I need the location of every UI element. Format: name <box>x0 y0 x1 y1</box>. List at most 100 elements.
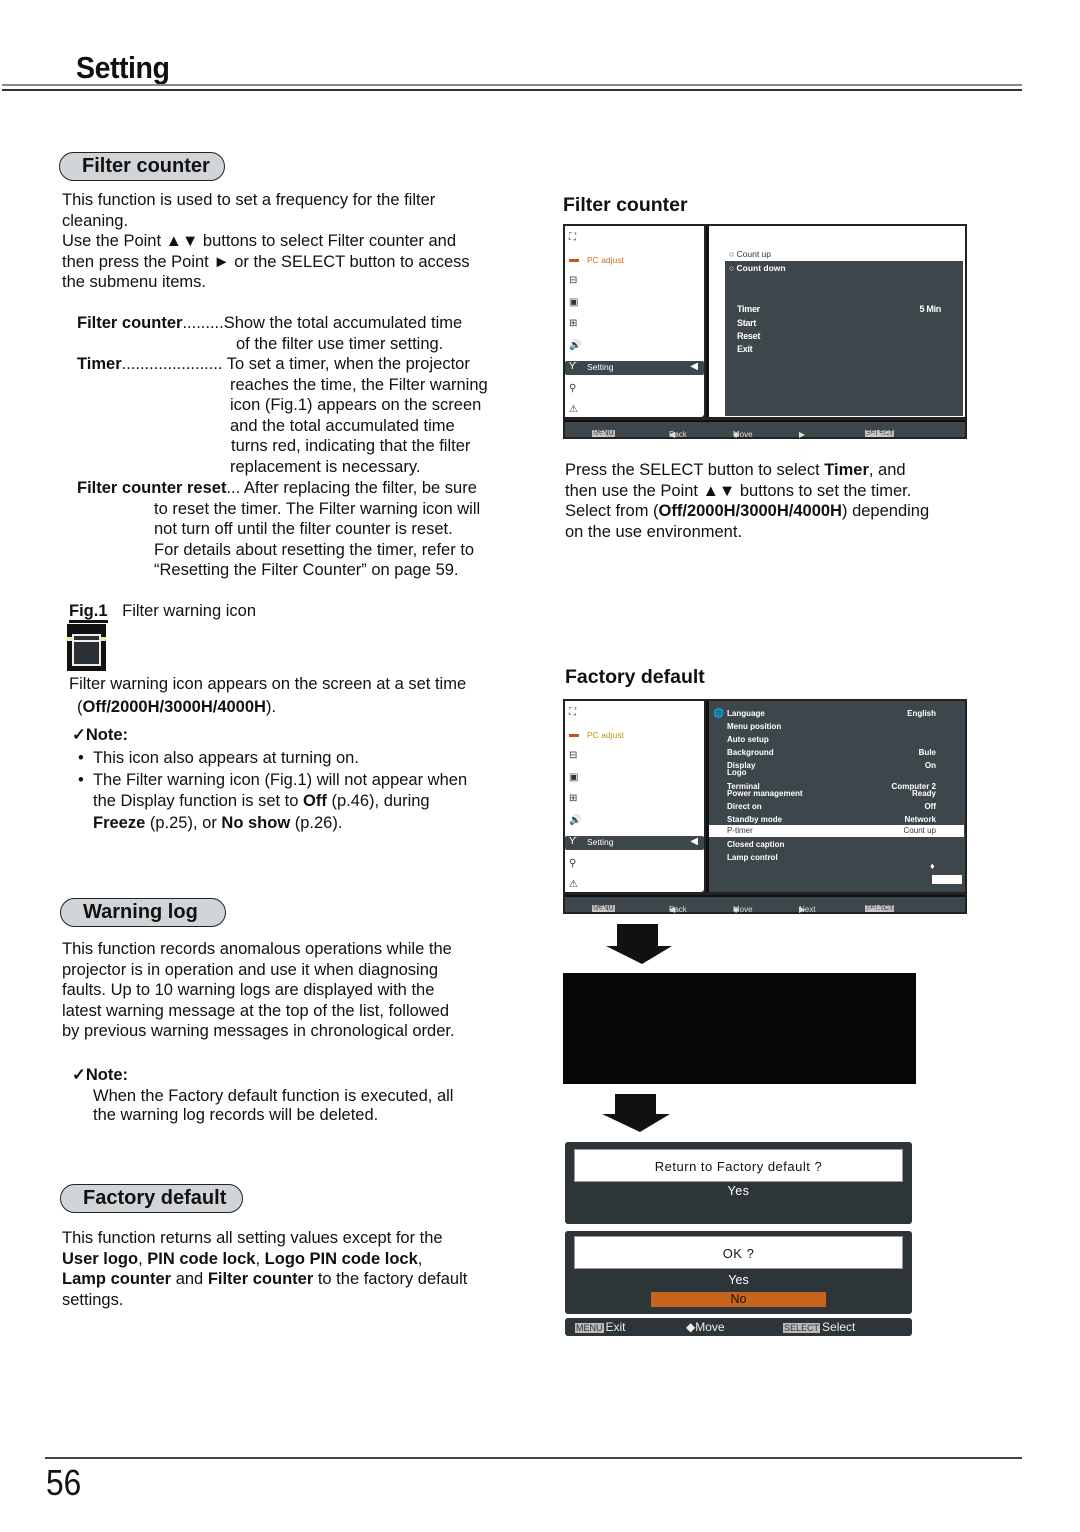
factory-default-subheading: Factory default <box>565 666 705 688</box>
osd-category-item[interactable]: ⊞ <box>565 793 704 807</box>
text-line: the warning log records will be deleted. <box>93 1106 379 1124</box>
text-line: latest warning message at the top of the… <box>62 1001 450 1020</box>
scroll-arrow-icon: ♦ <box>930 861 935 871</box>
option-count-down[interactable]: ○ Count down <box>729 263 786 273</box>
osd-category-label: PC adjust <box>587 254 624 265</box>
pc-adjust-icon: ▬ <box>569 728 579 740</box>
factory-default-heading: Factory default <box>60 1184 243 1213</box>
settings-label: Menu position <box>727 722 782 731</box>
note-list: • This icon also appears at turning on. … <box>78 748 538 833</box>
fig-label: Fig.1 <box>69 602 108 623</box>
settings-row[interactable]: Language English 🌐 <box>709 708 964 720</box>
desc: Show the total accumulated time <box>223 314 463 332</box>
option-label: Count down <box>736 263 786 273</box>
settings-value: Off <box>924 802 936 811</box>
settings-row[interactable]: Closed caption <box>709 839 964 851</box>
settings-value: Network <box>904 815 936 824</box>
settings-label: Auto setup <box>727 735 769 744</box>
dialog-no-option-selected[interactable]: No <box>651 1292 826 1307</box>
osd-category-item[interactable]: ⚠ <box>565 404 704 418</box>
menu-row-exit[interactable]: Exit <box>737 344 753 354</box>
settings-label: Direct on <box>727 802 762 811</box>
menu-row-start[interactable]: Start <box>737 318 756 328</box>
osd-category-item[interactable]: ▣ <box>565 772 704 786</box>
note-label: ✓Note: <box>72 726 128 744</box>
text-line: projector is in operation and use it whe… <box>62 960 439 979</box>
desc: For details about resetting the timer, r… <box>154 540 475 559</box>
osd-category-item[interactable]: ▬ PC adjust <box>565 254 704 268</box>
osd-footer: MENU Exit ◀ Back ◆ Move ▶ ------ SELECT Sel… <box>565 420 965 484</box>
osd-category-item[interactable]: ▣ <box>565 297 704 311</box>
osd-category-item[interactable]: ⊟ <box>565 750 704 764</box>
settings-label: Logo <box>727 768 747 777</box>
osd-category-label: Setting <box>587 837 614 847</box>
menu-row-reset[interactable]: Reset <box>737 331 760 341</box>
settings-label: Background <box>727 748 774 757</box>
osd-category-item[interactable]: Ƴ Setting ◀ <box>565 361 704 375</box>
setting-grid-icon: ⊞ <box>569 793 578 804</box>
osd-category-item[interactable]: 🔊 <box>565 815 704 829</box>
text: , <box>138 1249 148 1268</box>
osd-category-item[interactable]: ⚲ <box>565 858 704 872</box>
text: User logo <box>62 1249 139 1268</box>
osd-submenu-body: ○ Count up ○ Count down Timer 5 Min Star… <box>725 248 963 416</box>
globe-icon: 🌐 <box>713 708 725 718</box>
term: Timer <box>77 355 122 373</box>
settings-row[interactable]: P-timer Count up <box>709 825 964 837</box>
desc: replacement is necessary. <box>230 457 421 476</box>
osd-category-item[interactable]: 🔊 <box>565 340 704 354</box>
text: the Display function is set to <box>93 792 304 810</box>
filter-counter-heading: Filter counter <box>59 152 225 181</box>
osd-category-item[interactable]: ⚠ <box>565 879 704 893</box>
osd-category-item[interactable]: ▬ PC adjust <box>565 729 704 743</box>
settings-label: Standby mode <box>727 815 783 824</box>
settings-row[interactable]: Background Bule <box>709 747 964 759</box>
text: , and <box>868 461 906 479</box>
text: on the use environment. <box>565 522 743 541</box>
osd-category-item[interactable]: ⛶ <box>565 232 704 246</box>
dots: ......... <box>182 314 224 332</box>
confirm-dialog: OK ? Yes No <box>565 1231 912 1314</box>
footer-label: Next <box>799 904 816 914</box>
osd-category-label: Setting <box>587 362 614 372</box>
osd-category-list: ⛶ ▬ PC adjust ⊟ ▣ ⊞ 🔊 Ƴ Setting ◀ ⚲ ⚠ <box>565 226 704 417</box>
scroll-indicator[interactable] <box>932 875 962 884</box>
info-icon: ⚲ <box>569 382 577 394</box>
dialog-question: Return to Factory default ? <box>574 1149 903 1182</box>
settings-row[interactable]: Menu position <box>709 721 964 733</box>
text: (p.46), during <box>326 792 430 810</box>
selected-arrow-icon: ◀ <box>690 836 698 847</box>
text: Off <box>303 792 327 810</box>
dialog-yes-option[interactable]: Yes <box>565 1273 912 1287</box>
settings-value: Bule <box>918 748 936 757</box>
footer-move: ◆Move <box>686 1320 725 1334</box>
osd-category-item[interactable]: ⚲ <box>565 383 704 397</box>
settings-row[interactable]: Lamp control <box>709 852 964 864</box>
text: Press the SELECT button to select <box>565 461 825 479</box>
info-icon: ⚲ <box>569 857 577 869</box>
dialog-yes-option[interactable]: Yes <box>565 1184 912 1198</box>
footer-exit: Exit <box>592 904 606 914</box>
footer-label: Move <box>733 904 753 914</box>
timer-value: 5 Min <box>919 304 941 314</box>
factory-default-osd: ⛶ ▬ PC adjust ⊟ ▣ ⊞ 🔊 Ƴ Setting ◀ ⚲ ⚠ Language Engli… <box>563 699 967 914</box>
settings-row[interactable]: Logo <box>709 767 964 779</box>
option-count-up[interactable]: ○ Count up <box>725 248 963 261</box>
settings-row[interactable]: Direct on Off <box>709 801 964 813</box>
osd-category-item[interactable]: Ƴ Setting ◀ <box>565 836 704 850</box>
settings-value: English <box>907 709 936 718</box>
menu-row-timer[interactable]: Timer <box>737 304 760 314</box>
text-line: faults. Up to 10 warning logs are displa… <box>62 981 435 999</box>
text: Off/2000H/3000H/4000H <box>658 502 842 520</box>
settings-row[interactable]: Power management Ready <box>709 788 964 800</box>
settings-row[interactable]: Auto setup <box>709 734 964 746</box>
icon-description: Filter warning icon appears on the scree… <box>69 674 539 717</box>
page-title: Setting <box>76 50 170 85</box>
osd-category-item[interactable]: ⊞ <box>565 318 704 332</box>
desc: To set a timer, when the projector <box>222 355 470 373</box>
settings-label: Language <box>727 709 765 718</box>
osd-settings-panel: Language English 🌐 Menu position Auto setup B… <box>706 701 965 892</box>
osd-category-item[interactable]: ⛶ <box>565 707 704 721</box>
osd-category-item[interactable]: ⊟ <box>565 275 704 289</box>
text-line: then use the Point ▲▼ buttons to set the… <box>565 481 975 502</box>
